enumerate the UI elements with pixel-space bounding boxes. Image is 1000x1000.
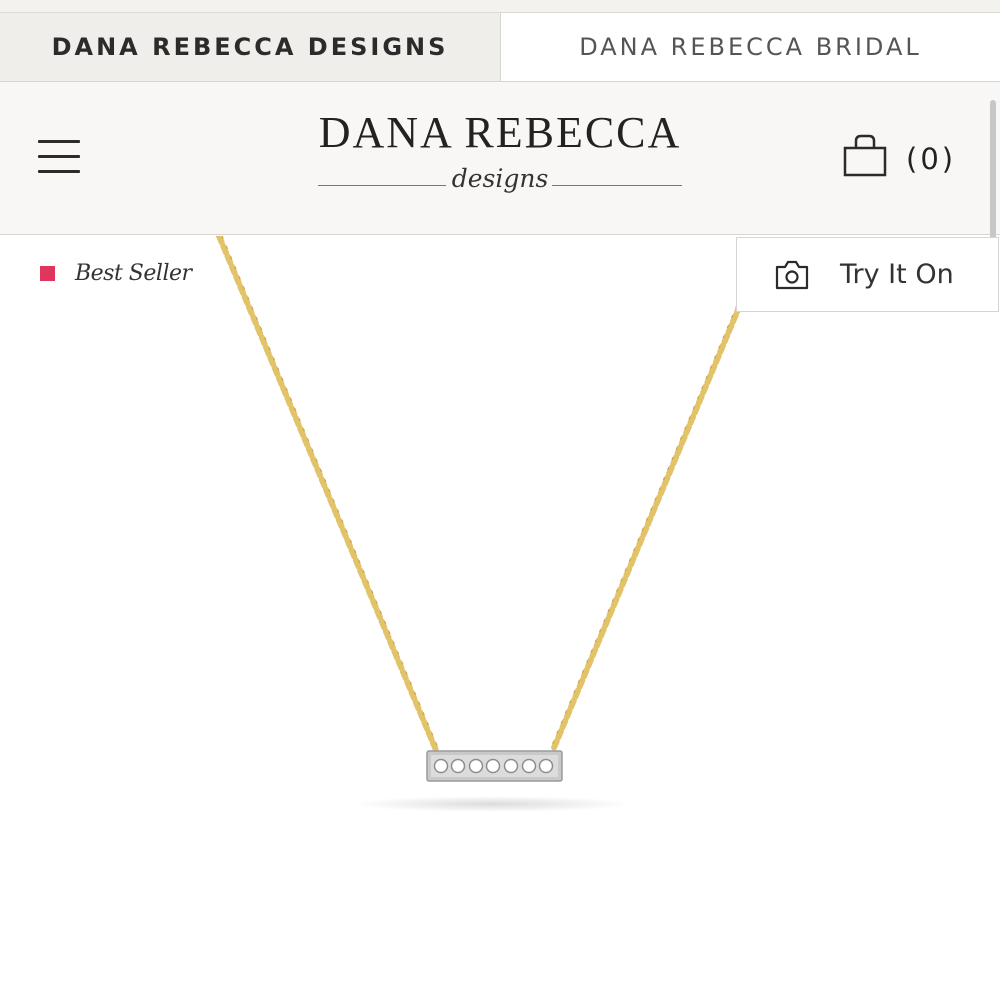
chain-left [216, 236, 439, 753]
best-seller-badge: Best Seller [40, 256, 192, 290]
cart-button[interactable]: (0) [842, 134, 972, 184]
camera-icon [775, 260, 809, 289]
badge-dot [40, 265, 55, 281]
badge-label: Best Seller [75, 260, 192, 286]
product-image[interactable] [0, 236, 1000, 1000]
top-strip [0, 0, 1000, 13]
hamburger-menu-icon[interactable] [38, 137, 82, 175]
shopping-bag-icon [843, 134, 887, 177]
scrollbar[interactable] [990, 100, 996, 250]
tab-dana-rebecca-designs[interactable]: DANA REBECCA DESIGNS [0, 13, 500, 81]
try-it-on-label: Try It On [840, 259, 954, 290]
logo-subtitle: designs [451, 164, 549, 193]
try-it-on-button[interactable]: Try It On [736, 237, 999, 312]
cart-count: (0) [906, 142, 957, 176]
site-header: DANA REBECCA designs (0) [0, 82, 1000, 235]
logo-title: DANA REBECCA [318, 108, 682, 157]
brand-tabs: DANA REBECCA DESIGNS DANA REBECCA BRIDAL [0, 13, 1000, 82]
logo-right-rule [552, 185, 682, 186]
tab-dana-rebecca-bridal[interactable]: DANA REBECCA BRIDAL [500, 13, 1000, 81]
chain-right [550, 302, 743, 753]
pendant-shadow [352, 796, 632, 812]
site-logo[interactable]: DANA REBECCA designs [300, 102, 700, 214]
